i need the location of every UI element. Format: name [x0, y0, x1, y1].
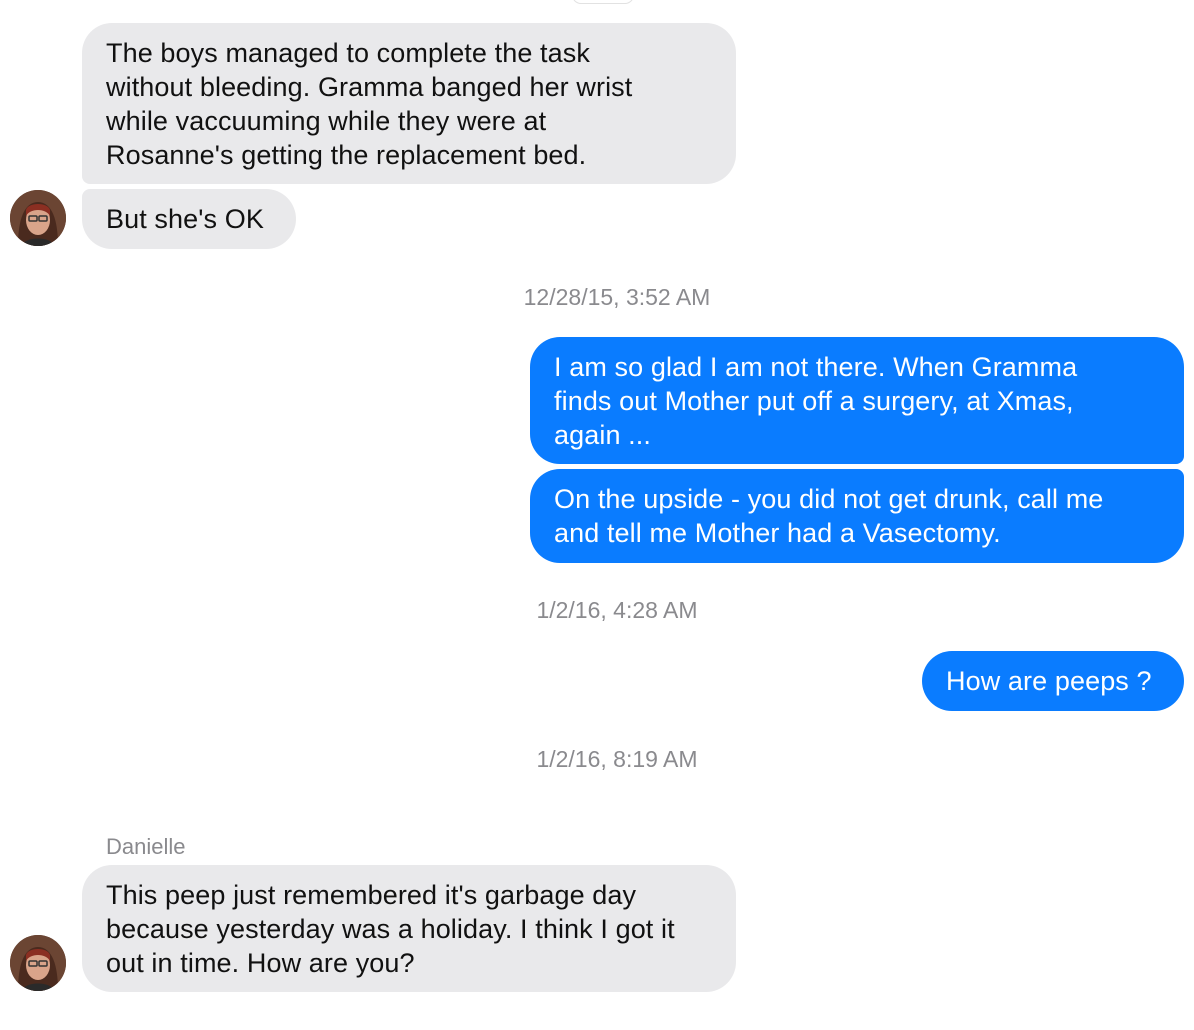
contact-avatar[interactable] — [10, 190, 66, 246]
message-timestamp: 1/2/16, 8:19 AM — [536, 746, 698, 772]
incoming-message-bubble[interactable]: This peep just remembered it's garbage d… — [82, 865, 736, 992]
message-timestamp: 1/2/16, 4:28 AM — [536, 597, 698, 623]
message-timestamp: 12/28/15, 3:52 AM — [523, 284, 711, 310]
contact-avatar[interactable] — [10, 935, 66, 991]
sender-name: Danielle — [106, 834, 186, 859]
outgoing-message-bubble[interactable]: On the upside - you did not get drunk, c… — [530, 469, 1184, 563]
scroll-top-tab — [572, 0, 634, 4]
incoming-message-bubble[interactable]: But she's OK — [82, 189, 296, 249]
incoming-message-bubble[interactable]: The boys managed to complete the task wi… — [82, 23, 736, 184]
outgoing-message-bubble[interactable]: How are peeps ? — [922, 651, 1184, 711]
outgoing-message-bubble[interactable]: I am so glad I am not there. When Gramma… — [530, 337, 1184, 464]
